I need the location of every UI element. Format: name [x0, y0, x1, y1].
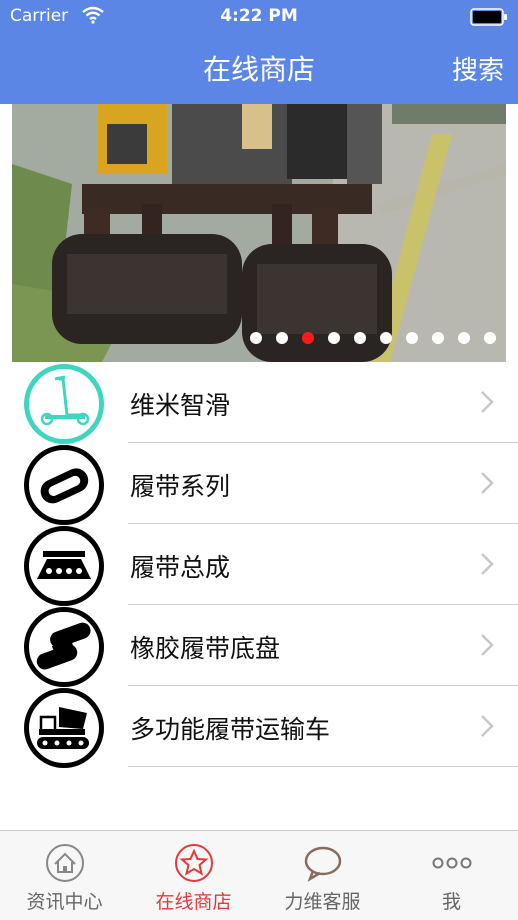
status-bar: Carrier 4:22 PM	[0, 0, 518, 34]
category-thumb	[24, 526, 104, 606]
page-dot[interactable]	[406, 332, 418, 344]
list-item-rubber-track-chassis[interactable]: 橡胶履带底盘	[0, 605, 518, 687]
row-divider	[128, 766, 518, 767]
list-item-track-series[interactable]: 履带系列	[0, 443, 518, 525]
list-item-track-assembly[interactable]: 履带总成	[0, 524, 518, 606]
chat-bubble-icon	[304, 846, 342, 882]
list-item-label: 橡胶履带底盘	[130, 634, 281, 663]
page-dot[interactable]	[328, 332, 340, 344]
page-title: 在线商店	[202, 53, 315, 86]
banner-image	[12, 104, 506, 362]
list-item-label: 维米智滑	[130, 391, 231, 420]
chevron-right-icon	[481, 391, 494, 413]
home-icon	[46, 844, 84, 882]
page-dot[interactable]	[432, 332, 444, 344]
tab-label: 资讯中心	[26, 891, 103, 913]
tab-label: 我	[441, 891, 461, 913]
list-item-scooter[interactable]: 维米智滑	[0, 362, 518, 444]
page-dot[interactable]	[484, 332, 496, 344]
star-icon	[175, 844, 213, 882]
battery-icon	[470, 8, 507, 26]
tab-me[interactable]: 我	[387, 831, 516, 920]
tab-support[interactable]: 力维客服	[258, 831, 387, 920]
tab-label: 在线商店	[155, 891, 232, 913]
category-thumb	[24, 364, 104, 444]
list-item-track-dumper[interactable]: 多功能履带运输车	[0, 686, 518, 768]
list-item-label: 多功能履带运输车	[130, 715, 331, 744]
page-dot[interactable]	[458, 332, 470, 344]
banner-carousel[interactable]	[12, 104, 506, 362]
list-item-label: 履带系列	[130, 472, 231, 501]
category-thumb	[24, 445, 104, 525]
tab-news[interactable]: 资讯中心	[0, 831, 129, 920]
page-dot[interactable]	[380, 332, 392, 344]
clock: 4:22 PM	[220, 6, 298, 26]
rubber-track-chassis-icon	[36, 622, 91, 670]
category-list: 维米智滑 履带系列 履带总成 橡胶履带底盘 多功能履带运输车	[0, 362, 518, 768]
chevron-right-icon	[481, 634, 494, 656]
page-dot[interactable]	[276, 332, 288, 344]
search-button[interactable]: 搜索	[452, 50, 504, 87]
page-dot[interactable]	[250, 332, 262, 344]
list-item-label: 履带总成	[130, 553, 231, 582]
track-assembly-icon	[37, 551, 91, 579]
chevron-right-icon	[481, 715, 494, 737]
chevron-right-icon	[481, 553, 494, 575]
tab-store[interactable]: 在线商店	[129, 831, 258, 920]
track-dumper-icon	[37, 707, 89, 749]
category-thumb	[24, 688, 104, 768]
nav-bar: 在线商店 搜索	[0, 34, 518, 104]
chevron-right-icon	[481, 472, 494, 494]
track-belt-icon	[40, 468, 89, 504]
page-indicator[interactable]	[12, 332, 506, 346]
more-dots-icon	[432, 857, 472, 869]
category-thumb	[24, 607, 104, 687]
page-dot[interactable]	[302, 332, 314, 344]
scooter-icon	[40, 375, 90, 426]
tab-bar: 资讯中心 在线商店 力维客服 我	[0, 830, 518, 920]
tab-label: 力维客服	[284, 891, 361, 913]
page-dot[interactable]	[354, 332, 366, 344]
